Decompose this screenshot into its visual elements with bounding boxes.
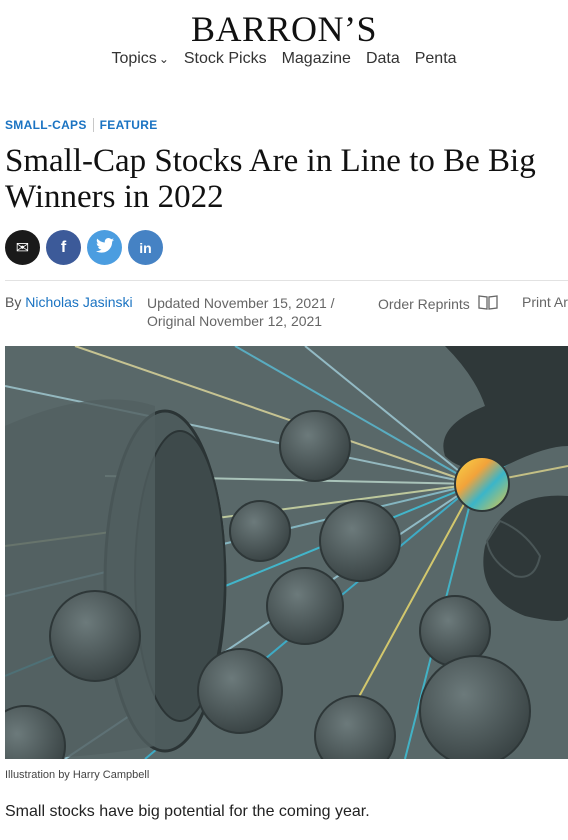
updated-date: Updated November 15, 2021 / <box>147 295 335 311</box>
barrons-logo[interactable]: BARRON’S <box>0 8 568 50</box>
kicker-divider <box>92 118 94 132</box>
image-caption: Illustration by Harry Campbell <box>5 769 150 781</box>
nav-item-penta[interactable]: Penta <box>415 50 457 68</box>
kicker-small-caps[interactable]: SMALL-CAPS <box>5 118 87 132</box>
kicker-feature[interactable]: FEATURE <box>100 118 158 132</box>
linkedin-share-button[interactable]: in <box>128 230 163 265</box>
email-share-button[interactable]: ✉ <box>5 230 40 265</box>
byline-prefix: By <box>5 294 22 310</box>
nav-item-topics[interactable]: Topics ⌄ <box>111 50 168 68</box>
article-dates: Updated November 15, 2021 / Original Nov… <box>147 294 335 330</box>
article-headline: Small-Cap Stocks Are in Line to Be Big W… <box>5 143 536 215</box>
article-kickers: SMALL-CAPS FEATURE <box>5 118 158 132</box>
order-reprints-button[interactable]: Order Reprints <box>378 294 498 313</box>
book-icon <box>478 294 498 313</box>
article-lede: Small stocks have big potential for the … <box>5 803 370 820</box>
nav-item-data[interactable]: Data <box>366 50 400 68</box>
marbles-illustration <box>0 345 568 787</box>
hero-illustration <box>0 345 568 787</box>
nav-item-stock-picks[interactable]: Stock Picks <box>184 50 267 68</box>
facebook-icon: f <box>60 238 67 256</box>
facebook-share-button[interactable]: f <box>46 230 81 265</box>
email-icon: ✉ <box>15 239 30 257</box>
print-article-button[interactable]: Print Ar <box>522 294 568 310</box>
chevron-down-icon: ⌄ <box>158 52 169 66</box>
twitter-icon <box>95 237 114 258</box>
linkedin-icon: in <box>139 239 152 256</box>
byline-divider <box>5 280 568 281</box>
original-date: Original November 12, 2021 <box>147 313 323 329</box>
twitter-share-button[interactable] <box>87 230 122 265</box>
top-nav: Topics ⌄ Stock Picks Magazine Data Penta <box>0 50 568 68</box>
nav-item-magazine[interactable]: Magazine <box>282 50 351 68</box>
byline: By Nicholas Jasinski <box>5 294 133 310</box>
share-bar: ✉ f in <box>5 230 163 265</box>
nav-item-topics-label: Topics <box>111 50 157 67</box>
author-link[interactable]: Nicholas Jasinski <box>25 294 132 310</box>
order-reprints-label: Order Reprints <box>378 295 470 312</box>
